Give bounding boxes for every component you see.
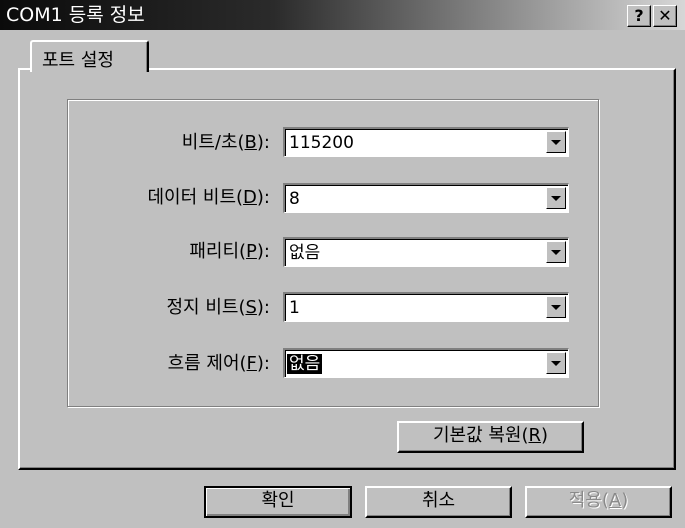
flow-control-select[interactable]: 없음 — [283, 348, 569, 378]
mnemonic: S — [245, 297, 257, 318]
bits-per-second-label: 비트/초(B): — [70, 128, 270, 154]
bits-per-second-value: 115200 — [289, 133, 354, 153]
mnemonic: A — [608, 490, 622, 511]
label-text: 데이터 비트( — [147, 187, 244, 208]
button-label: 적용( — [568, 490, 609, 511]
parity-select[interactable]: 없음 — [283, 237, 569, 267]
close-icon: ✕ — [658, 6, 672, 25]
button-label-suffix: ) — [541, 425, 549, 446]
chevron-down-icon[interactable] — [546, 352, 566, 374]
chevron-down-icon[interactable] — [546, 241, 566, 263]
parity-value: 없음 — [289, 243, 321, 263]
label-text: 비트/초( — [181, 132, 245, 153]
label-suffix: ): — [256, 132, 270, 153]
mnemonic: B — [244, 132, 257, 153]
stop-bits-value: 1 — [289, 298, 300, 318]
label-text: 정지 비트( — [166, 297, 246, 318]
label-text: 흐름 제어( — [167, 353, 247, 374]
tab-label: 포트 설정 — [42, 50, 114, 71]
close-button[interactable]: ✕ — [653, 5, 677, 27]
parity-label: 패리티(P): — [70, 237, 270, 263]
mnemonic: F — [246, 353, 257, 374]
bits-per-second-select[interactable]: 115200 — [283, 127, 569, 157]
data-bits-select[interactable]: 8 — [283, 183, 569, 213]
button-label: 기본값 복원( — [432, 425, 529, 446]
port-settings-dialog: COM1 등록 정보 ? ✕ 포트 설정 비트/초(B): 115200 데이터… — [0, 0, 685, 528]
chevron-down-icon[interactable] — [546, 187, 566, 209]
label-suffix: ): — [256, 297, 270, 318]
flow-control-label: 흐름 제어(F): — [70, 349, 270, 375]
window-title: COM1 등록 정보 — [6, 4, 145, 26]
button-label: 확인 — [261, 490, 295, 511]
chevron-down-icon[interactable] — [546, 131, 566, 153]
data-bits-value: 8 — [289, 189, 300, 209]
chevron-down-icon[interactable] — [546, 296, 566, 318]
label-suffix: ): — [256, 241, 270, 262]
flow-control-value: 없음 — [285, 353, 324, 375]
label-text: 패리티( — [189, 241, 247, 262]
label-suffix: ): — [256, 187, 270, 208]
help-button[interactable]: ? — [627, 5, 651, 27]
apply-button[interactable]: 적용(A) — [525, 486, 672, 518]
ok-button[interactable]: 확인 — [204, 486, 352, 518]
mnemonic: R — [528, 425, 542, 446]
button-label: 취소 — [421, 490, 456, 511]
button-label-suffix: ) — [621, 490, 629, 511]
mnemonic: D — [243, 187, 257, 208]
label-suffix: ): — [256, 353, 270, 374]
restore-defaults-button[interactable]: 기본값 복원(R) — [397, 421, 584, 453]
question-mark-icon: ? — [634, 6, 644, 25]
mnemonic: P — [246, 241, 257, 262]
title-bar[interactable]: COM1 등록 정보 ? ✕ — [0, 0, 685, 30]
cancel-button[interactable]: 취소 — [365, 486, 512, 518]
stop-bits-select[interactable]: 1 — [283, 292, 569, 322]
stop-bits-label: 정지 비트(S): — [70, 293, 270, 319]
data-bits-label: 데이터 비트(D): — [70, 183, 270, 209]
tab-port-settings[interactable]: 포트 설정 — [30, 40, 149, 72]
